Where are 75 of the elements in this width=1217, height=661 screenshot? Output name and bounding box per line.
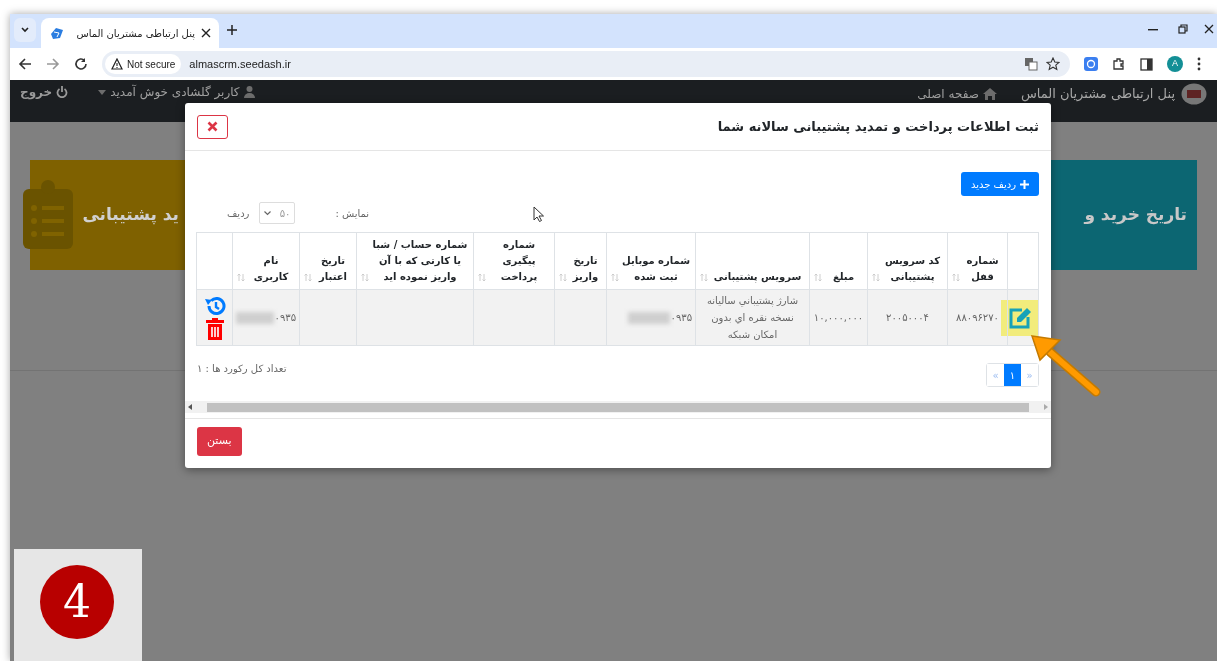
table-cell-text: ۸۸۰۹۶۲۷۰: [955, 311, 1000, 325]
caret-icon: [20, 25, 30, 35]
puzzle-icon[interactable]: [1112, 57, 1126, 71]
show-label: نمایش :: [335, 206, 370, 221]
logout-link[interactable]: خروج: [20, 83, 69, 101]
page-button[interactable]: ۱: [1004, 364, 1021, 386]
tab-list-button[interactable]: [14, 18, 36, 42]
more-icon[interactable]: [1197, 57, 1201, 71]
column-header: تاریخ اعتبار: [317, 254, 348, 284]
column-header: تاریخ واریز: [571, 254, 600, 285]
close-dialog-button[interactable]: بستن: [197, 427, 242, 456]
tab-title: پنل ارتباطی مشتریان الماس: [75, 26, 195, 41]
plus-icon: [1020, 179, 1029, 189]
security-chip[interactable]: Not secure: [105, 54, 182, 74]
address-bar[interactable]: Not secure almascrm.seedash.ir: [102, 51, 1070, 77]
pointer-arrow: [1030, 334, 1102, 398]
card-title: ید پشتیبانی: [82, 203, 179, 227]
rows-label: ردیف: [227, 206, 250, 221]
new-tab-icon[interactable]: [226, 24, 238, 36]
home-link[interactable]: صفحه اصلی: [917, 85, 997, 103]
home-icon: [982, 88, 997, 100]
column-header: کد سرویس پشتیبانی: [883, 254, 942, 285]
table-cell-text: ۱۰,۰۰۰,۰۰۰: [813, 311, 864, 325]
column-header: شماره قفل: [965, 254, 1000, 284]
history-icon[interactable]: [203, 295, 226, 316]
dialog-title: ثبت اطلاعات پرداخت و تمدید پشتیبانی سالانه شما: [717, 117, 1039, 136]
table-cell-text: ۰۹۳۵: [670, 311, 692, 325]
side-panel-icon[interactable]: [1140, 57, 1153, 71]
reload-icon[interactable]: [74, 57, 88, 71]
minimize-icon[interactable]: [1148, 29, 1158, 31]
caret-icon: [264, 210, 272, 216]
forward-icon[interactable]: [46, 57, 60, 71]
table-cell-text: ۰۹۳۵: [274, 311, 296, 325]
table-cell-text: شارژ پشتيباني ساليانه نسخه نقره اي بدون امكان شبكه: [705, 294, 799, 342]
back-icon[interactable]: [18, 57, 32, 71]
url-text: almascrm.seedash.ir: [189, 56, 292, 72]
column-header: سرویس پشتیبانی: [712, 270, 803, 285]
redaction-blur: [236, 311, 274, 324]
edit-button[interactable]: [1001, 299, 1038, 336]
edit-icon: [1007, 306, 1032, 329]
close-icon: [207, 121, 218, 132]
arrow-left-icon[interactable]: [187, 404, 193, 410]
favicon-icon: [49, 26, 65, 40]
close-icon[interactable]: [1204, 24, 1214, 34]
caret-icon: [98, 89, 107, 95]
profile-avatar[interactable]: A: [1167, 56, 1183, 72]
close-icon[interactable]: [201, 28, 211, 38]
trash-icon[interactable]: [204, 317, 225, 340]
add-row-button[interactable]: ردیف جدید: [960, 172, 1039, 196]
warning-icon: [111, 58, 123, 70]
redaction-blur: [627, 311, 670, 324]
star-icon[interactable]: [1046, 57, 1060, 71]
record-count: تعداد کل رکورد ها : ۱: [197, 362, 287, 376]
column-header: شماره حساب / شبا یا کارتی که با آن واریز نموده اید: [371, 238, 469, 285]
restore-icon[interactable]: [1178, 24, 1188, 34]
user-menu[interactable]: کاربر گلشادی خوش آمدید: [98, 83, 255, 101]
step-number: 4: [40, 565, 114, 639]
browser-tab[interactable]: پنل ارتباطی مشتریان الماس: [41, 18, 219, 48]
card-title: تاریخ خرید و: [1084, 203, 1187, 227]
logo-icon: [1181, 83, 1207, 105]
column-header: شماره پیگیری پرداخت: [499, 238, 539, 285]
close-button[interactable]: [197, 114, 228, 139]
arrow-right-icon[interactable]: [1043, 404, 1049, 410]
extension-icon[interactable]: [1084, 57, 1098, 71]
column-header: مبلغ: [831, 270, 856, 285]
power-icon: [56, 86, 69, 98]
column-header: نام کاربری: [252, 254, 290, 284]
page-size-select[interactable]: ۵۰: [259, 202, 296, 224]
brand-title[interactable]: پنل ارتباطی مشتریان الماس: [1020, 84, 1175, 104]
horizontal-scrollbar[interactable]: [185, 401, 1051, 413]
user-icon: [243, 86, 255, 98]
table-cell-text: ۲۰۰۵۰۰۰۴: [885, 311, 930, 325]
translate-icon[interactable]: [1024, 57, 1038, 71]
column-header: شماره موبایل ثبت شده: [621, 254, 691, 284]
cursor-icon: [533, 206, 544, 222]
